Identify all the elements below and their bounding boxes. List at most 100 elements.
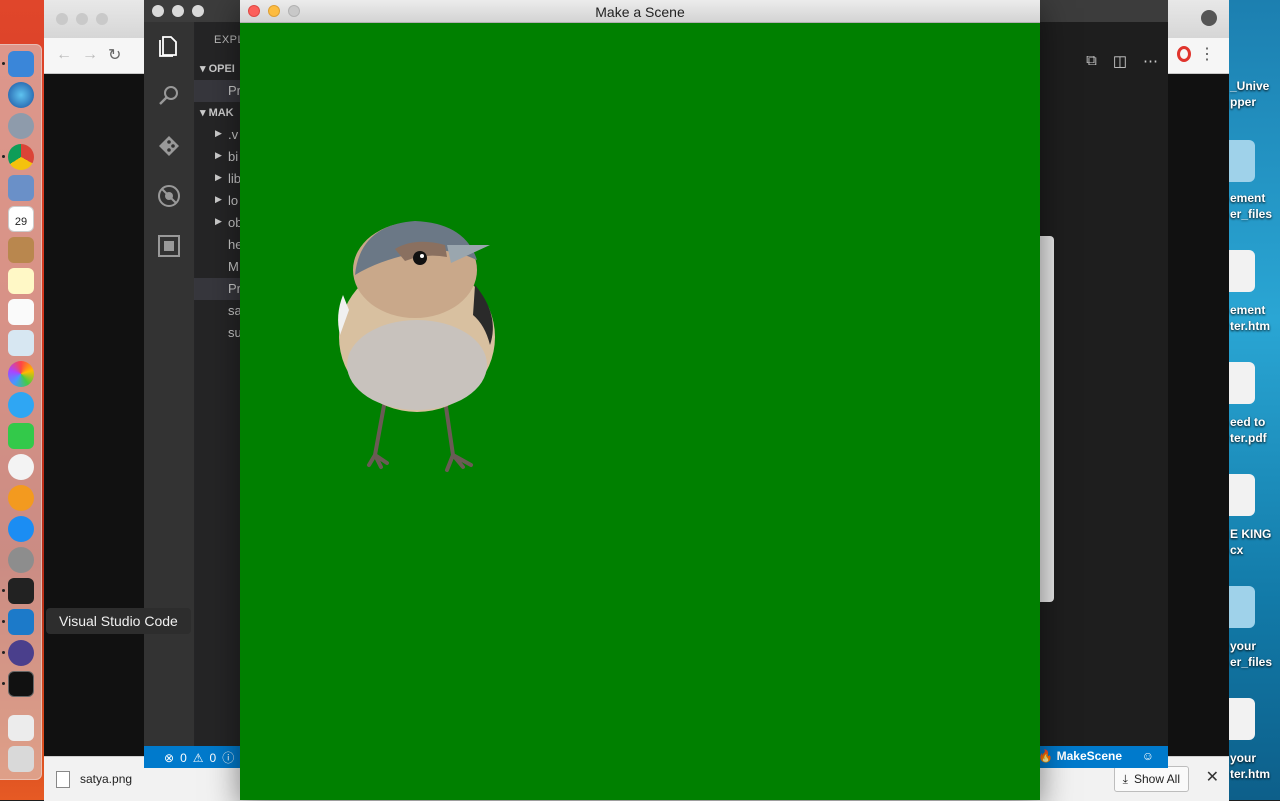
messages-icon[interactable] [8,392,34,418]
suggestion-panel [1040,236,1054,602]
chrome-close-button[interactable] [56,13,68,25]
feedback-smiley-icon[interactable]: ☺ [1142,749,1154,763]
chrome-minimize-button[interactable] [76,13,88,25]
bird-sprite[interactable] [335,215,505,480]
forward-icon[interactable]: → [82,46,98,64]
desktop-file-label[interactable]: cx [1230,542,1243,558]
desktop-file-label[interactable]: pper [1230,94,1256,110]
tree-folder[interactable]: ▶ lo [194,190,240,212]
warning-icon: ⚠ [192,750,204,765]
project-status[interactable]: 🔥 MakeScene [1038,749,1122,763]
desktop-file-label[interactable]: ter.htm [1230,766,1270,782]
activity-bar [144,22,194,746]
vscode-close-button[interactable] [152,5,164,17]
tree-file[interactable]: M [194,256,240,278]
project-name: MakeScene [1056,749,1122,763]
folder-icon[interactable] [1229,140,1255,182]
flame-icon: 🔥 [1038,749,1054,763]
contacts-icon[interactable] [8,237,34,263]
folder-icon[interactable] [1229,586,1255,628]
close-icon[interactable]: ✕ [1206,767,1219,787]
explorer-icon[interactable] [157,34,181,58]
desktop-file-label[interactable]: ter.htm [1230,318,1270,334]
desktop-file-label[interactable]: eed to [1230,414,1265,430]
siri-icon[interactable] [8,82,34,108]
calendar-icon[interactable]: 29 [8,206,34,232]
download-item[interactable]: satya.png [56,769,132,789]
desktop-file-label[interactable]: ement [1230,302,1265,318]
desktop-file-label[interactable]: er_files [1230,206,1272,222]
preview-icon[interactable] [8,175,34,201]
chrome-maximize-button[interactable] [96,13,108,25]
desktop-file-label[interactable]: E KING [1230,526,1271,542]
explorer-title: EXPL [214,34,240,46]
document-icon[interactable] [1229,362,1255,404]
chrome-icon[interactable] [8,144,34,170]
scene-window[interactable]: Make a Scene [240,0,1040,800]
documents-stack-icon[interactable] [8,715,34,741]
desktop-file-label[interactable]: er_files [1230,654,1272,670]
open-preview-icon[interactable]: ⧉ [1086,52,1097,70]
source-control-icon[interactable] [157,134,181,158]
facetime-icon[interactable] [8,423,34,449]
maps-icon[interactable] [8,330,34,356]
problems-status[interactable]: ⊗ 0 ⚠ 0 ⓘ [164,749,234,766]
tree-file[interactable]: sa [194,300,240,322]
extensions-icon[interactable] [157,234,181,258]
reload-icon[interactable]: ↻ [108,45,121,65]
vscode-minimize-button[interactable] [172,5,184,17]
desktop-file-label[interactable]: _Unive [1230,78,1269,94]
itunes-icon[interactable] [8,454,34,480]
debug-icon[interactable] [157,184,181,208]
ibooks-icon[interactable] [8,485,34,511]
vscode-icon[interactable] [8,609,34,635]
photos-icon[interactable] [8,361,34,387]
notes-icon[interactable] [8,268,34,294]
chrome-menu-icon[interactable]: ⋮ [1199,44,1215,64]
editor-actions: ⧉ ◫ ⋯ [1086,52,1158,70]
open-editor-item[interactable]: Pr [194,80,240,102]
system-preferences-icon[interactable] [8,547,34,573]
file-icon [56,770,70,788]
document-icon[interactable] [1229,250,1255,292]
launchpad-icon[interactable] [8,113,34,139]
desktop-file-label[interactable]: ement [1230,190,1265,206]
tree-folder[interactable]: ▶ bi [194,146,240,168]
vscode-maximize-button[interactable] [192,5,204,17]
terminal-icon[interactable] [8,578,34,604]
finder-icon[interactable] [8,51,34,77]
document-icon[interactable] [1229,698,1255,740]
tree-file[interactable]: he [194,234,240,256]
trash-icon[interactable] [8,746,34,772]
show-all-button[interactable]: ⤓ Show All [1113,766,1189,792]
profile-icon[interactable] [1201,10,1217,26]
desktop-file-label[interactable]: ter.pdf [1230,430,1267,446]
split-editor-icon[interactable]: ◫ [1113,52,1127,70]
reminders-icon[interactable] [8,299,34,325]
tree-file[interactable]: su [194,322,240,344]
app-store-icon[interactable] [8,516,34,542]
tree-folder[interactable]: ▶ .v [194,124,240,146]
section-open-editors[interactable]: ▾ OPEI [200,62,235,75]
console-icon[interactable] [8,671,34,697]
download-filename: satya.png [80,772,133,786]
more-actions-icon[interactable]: ⋯ [1143,52,1158,70]
download-icon: ⤓ [1122,771,1128,786]
desktop-file-label[interactable]: your [1230,638,1256,654]
section-project[interactable]: ▾ MAK [200,106,234,119]
tree-file[interactable]: Pr [194,278,240,300]
desktop-file-label[interactable]: your [1230,750,1256,766]
error-icon: ⊗ [164,750,175,765]
search-icon[interactable] [157,84,181,108]
torrent-icon[interactable] [8,640,34,666]
document-icon[interactable] [1229,474,1255,516]
back-icon[interactable]: ← [56,46,72,64]
scene-titlebar: Make a Scene [240,0,1040,23]
desktop-wallpaper-right: _Unive pper ement er_files ement ter.htm… [1229,0,1280,800]
error-count: 0 [180,750,187,765]
explorer-sidebar: EXPL ▾ OPEI Pr ▾ MAK ▶.v ▶bi ▶lib ▶lo ▶o… [194,22,240,746]
warning-count: 0 [209,750,217,765]
opera-extension-icon[interactable] [1177,46,1191,62]
tree-folder[interactable]: ▶ lib [194,168,240,190]
tree-folder[interactable]: ▶ ob [194,212,240,234]
